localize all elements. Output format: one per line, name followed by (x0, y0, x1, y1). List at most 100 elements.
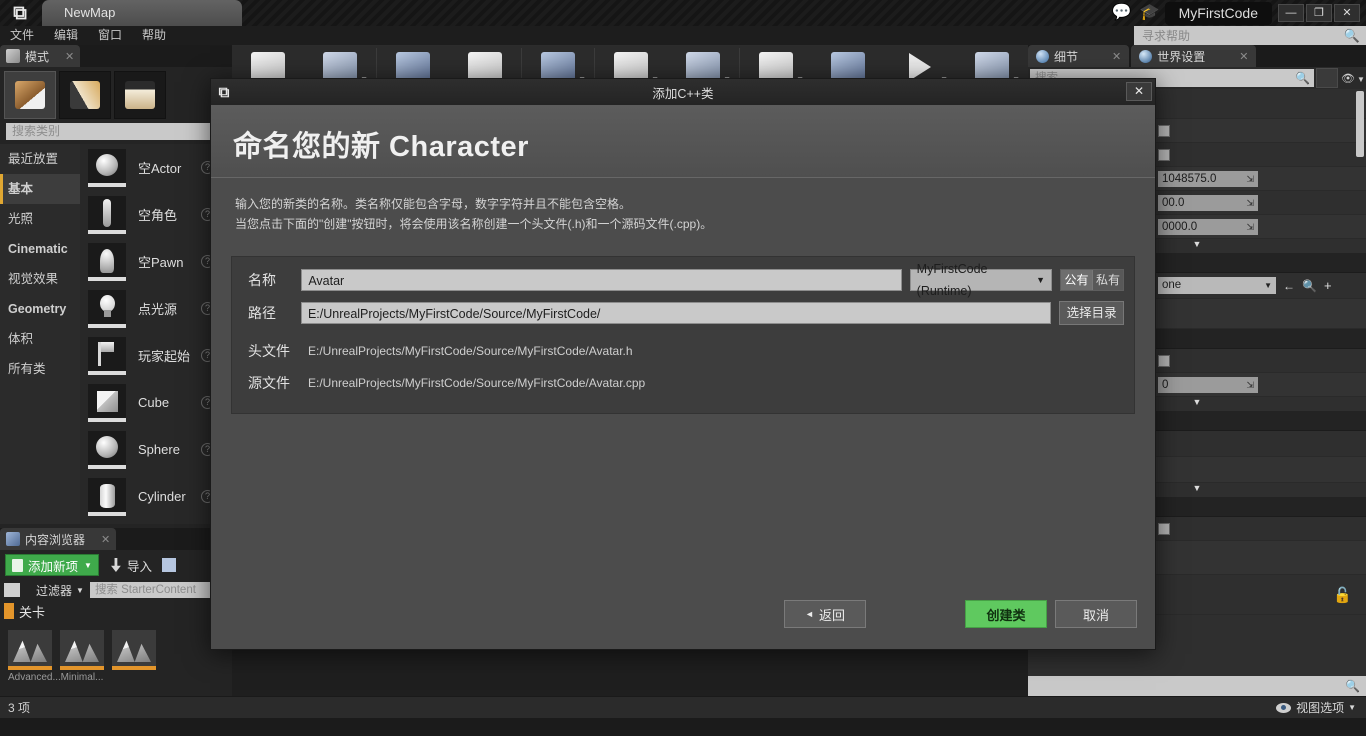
category-list: 最近放置 基本 光照 Cinematic 视觉效果 Geometry 体积 所有… (0, 144, 80, 524)
breadcrumb: 关卡 (0, 600, 232, 622)
map-tab[interactable]: NewMap (42, 0, 242, 26)
filter-icon (26, 585, 36, 595)
numeric-value: 0000.0 (1162, 220, 1198, 233)
menu-item-help[interactable]: 帮助 (132, 26, 176, 45)
back-arrow-icon[interactable]: ← (1283, 279, 1295, 293)
mode-button-place[interactable] (4, 71, 56, 119)
save-all-button[interactable] (161, 558, 180, 572)
tab-world-settings[interactable]: 世界设置 ✕ (1131, 45, 1257, 67)
browse-icon[interactable]: 🔍 (1302, 279, 1317, 293)
player-start-icon (88, 336, 126, 375)
close-icon[interactable]: ✕ (101, 533, 110, 546)
back-button[interactable]: ◄ 返回 (784, 600, 866, 628)
category-geometry[interactable]: Geometry (0, 294, 80, 324)
category-cinematic[interactable]: Cinematic (0, 234, 80, 264)
lock-icon[interactable]: 🔓 (1333, 586, 1352, 604)
modes-tabstrip: 模式 ✕ (0, 45, 232, 67)
chevron-left-icon: ◄ (805, 609, 814, 619)
eye-icon[interactable]: 👁 ▼ (1340, 72, 1366, 85)
unreal-logo-icon: ⧉ (13, 2, 27, 24)
empty-pawn-icon (88, 242, 126, 281)
tutorial-icon[interactable]: 🎓 (1137, 2, 1163, 24)
filter-button[interactable]: 过滤器 ▼ (26, 582, 84, 599)
plus-icon[interactable]: + (1324, 278, 1332, 293)
category-visual-effects[interactable]: 视觉效果 (0, 264, 80, 294)
dialog-close-button[interactable]: ✕ (1126, 82, 1152, 101)
module-select[interactable]: MyFirstCode (Runtime) ▼ (909, 262, 1052, 298)
category-basic[interactable]: 基本 (0, 174, 80, 204)
view-options-button[interactable]: 视图选项 ▼ (1276, 699, 1356, 716)
class-name-input[interactable]: Avatar (301, 269, 902, 291)
asset-tile[interactable]: Advanced... (8, 630, 61, 683)
description-line-1: 输入您的新类的名称。类名称仅能包含字母，数字字符并且不能包含空格。 (235, 197, 632, 211)
public-button[interactable]: 公有 (1061, 270, 1092, 290)
content-browser-tabstrip: 内容浏览器 ✕ (0, 528, 232, 550)
list-item-label: Sphere (138, 442, 180, 457)
modes-search-input[interactable]: 搜索类别 (6, 123, 226, 140)
chevron-down-icon: ▼ (1357, 74, 1365, 84)
title-bar: ⧉ NewMap 💬 🎓 MyFirstCode — ❐ ✕ (0, 0, 1366, 26)
spinner-icon[interactable]: ⇲ (1246, 171, 1254, 187)
path-input[interactable]: E:/UnrealProjects/MyFirstCode/Source/MyF… (300, 302, 1052, 324)
add-new-button[interactable]: 添加新项 ▼ (5, 554, 99, 576)
category-recent[interactable]: 最近放置 (0, 144, 80, 174)
grid-icon[interactable] (1316, 68, 1338, 88)
help-search-box[interactable]: 寻求帮助 🔍 (1134, 26, 1366, 45)
modes-icon (6, 49, 20, 63)
list-item-label: Cylinder (138, 489, 186, 504)
numeric-value: 00.0 (1162, 196, 1185, 209)
checkbox[interactable] (1158, 522, 1170, 535)
spinner-icon[interactable]: ⇲ (1246, 195, 1254, 211)
tab-details[interactable]: 细节 ✕ (1028, 45, 1130, 67)
private-button[interactable]: 私有 (1092, 270, 1123, 290)
numeric-field[interactable]: 00.0 ⇲ (1158, 194, 1258, 211)
asset-tile[interactable] (112, 630, 156, 683)
import-button[interactable]: 导入 (109, 556, 152, 575)
checkbox[interactable] (1158, 148, 1170, 161)
menu-item-window[interactable]: 窗口 (88, 26, 132, 45)
project-name: MyFirstCode (1164, 1, 1272, 25)
category-all-classes[interactable]: 所有类 (0, 354, 80, 384)
details-footer-search[interactable]: 🔍 (1028, 676, 1366, 696)
checkbox[interactable] (1158, 354, 1170, 367)
visibility-toggle: 公有 私有 (1060, 269, 1124, 291)
object-combo[interactable]: one ▼ (1158, 277, 1276, 294)
content-search-input[interactable]: 搜索 StarterContent (89, 582, 228, 598)
mode-button-paint[interactable] (59, 71, 111, 119)
tab-modes[interactable]: 模式 ✕ (0, 45, 81, 67)
view-list-icon[interactable] (4, 583, 20, 597)
create-class-button[interactable]: 创建类 (965, 600, 1047, 628)
close-button[interactable]: ✕ (1334, 4, 1360, 22)
maximize-button[interactable]: ❐ (1306, 4, 1332, 22)
mode-buttons (0, 67, 232, 119)
close-icon[interactable]: ✕ (1239, 50, 1248, 63)
tab-content-browser[interactable]: 内容浏览器 ✕ (0, 528, 117, 550)
modes-body: 最近放置 基本 光照 Cinematic 视觉效果 Geometry 体积 所有… (0, 144, 232, 524)
minimize-button[interactable]: — (1278, 4, 1304, 22)
close-icon[interactable]: ✕ (65, 50, 74, 63)
numeric-field[interactable]: 0 ⇲ (1158, 376, 1258, 393)
feedback-icon[interactable]: 💬 (1109, 2, 1135, 24)
category-volumes[interactable]: 体积 (0, 324, 80, 354)
paint-mode-icon (70, 81, 100, 109)
level-color-swatch (4, 603, 14, 619)
mode-button-landscape[interactable] (114, 71, 166, 119)
close-icon[interactable]: ✕ (1112, 50, 1121, 63)
spinner-icon[interactable]: ⇲ (1246, 219, 1254, 235)
scrollbar-thumb[interactable] (1356, 91, 1364, 157)
menu-item-edit[interactable]: 编辑 (44, 26, 88, 45)
asset-tile[interactable]: Minimal... (60, 630, 104, 683)
choose-directory-button[interactable]: 选择目录 (1059, 301, 1124, 325)
save-all-icon (161, 558, 176, 572)
add-cpp-class-dialog: ⧉ 添加C++类 ✕ 命名您的新 Character 输入您的新类的名称。类名称… (210, 78, 1156, 650)
spinner-icon[interactable]: ⇲ (1246, 377, 1254, 393)
play-icon (909, 53, 931, 81)
sphere-icon (88, 430, 126, 469)
menu-item-file[interactable]: 文件 (0, 26, 44, 45)
level-asset-icon (8, 630, 52, 670)
cancel-button[interactable]: 取消 (1055, 600, 1137, 628)
checkbox[interactable] (1158, 124, 1170, 137)
numeric-field[interactable]: 1048575.0 ⇲ (1158, 170, 1258, 187)
category-lights[interactable]: 光照 (0, 204, 80, 234)
numeric-field[interactable]: 0000.0 ⇲ (1158, 218, 1258, 235)
